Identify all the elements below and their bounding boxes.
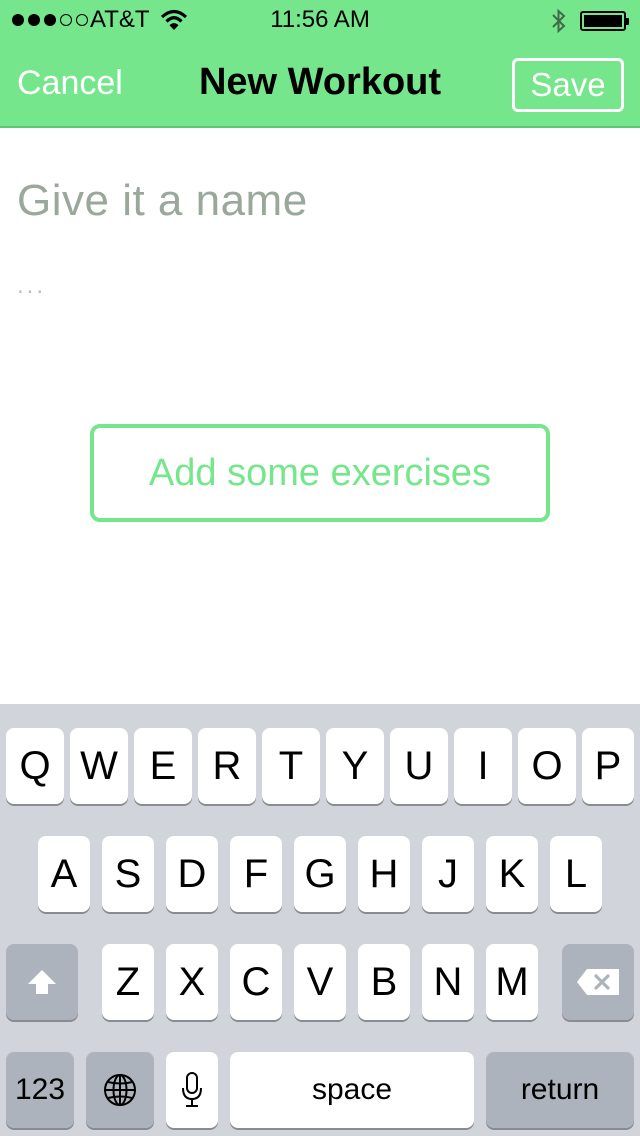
key-b[interactable]: B — [358, 944, 410, 1020]
key-p[interactable]: P — [582, 728, 634, 804]
nav-bar: AT&T 11:56 AM Cancel New Workout Save — [0, 0, 640, 128]
add-exercises-button[interactable]: Add some exercises — [90, 424, 550, 522]
clock: 11:56 AM — [270, 6, 370, 33]
key-j[interactable]: J — [422, 836, 474, 912]
key-m[interactable]: M — [486, 944, 538, 1020]
space-key[interactable]: space — [230, 1052, 474, 1128]
key-u[interactable]: U — [390, 728, 448, 804]
battery-icon — [580, 11, 629, 31]
workout-name-input[interactable]: Give it a name — [17, 176, 308, 226]
key-l[interactable]: L — [550, 836, 602, 912]
key-r[interactable]: R — [198, 728, 256, 804]
key-n[interactable]: N — [422, 944, 474, 1020]
save-button[interactable]: Save — [512, 58, 624, 112]
key-f[interactable]: F — [230, 836, 282, 912]
shift-key[interactable] — [6, 944, 78, 1020]
key-x[interactable]: X — [166, 944, 218, 1020]
key-s[interactable]: S — [102, 836, 154, 912]
key-k[interactable]: K — [486, 836, 538, 912]
key-h[interactable]: H — [358, 836, 410, 912]
key-o[interactable]: O — [518, 728, 576, 804]
microphone-key[interactable] — [166, 1052, 218, 1128]
backspace-icon — [577, 969, 619, 995]
numbers-key[interactable]: 123 — [6, 1052, 74, 1128]
globe-key[interactable] — [86, 1052, 154, 1128]
key-z[interactable]: Z — [102, 944, 154, 1020]
delete-key[interactable] — [562, 944, 634, 1020]
status-bar: AT&T 11:56 AM — [0, 0, 640, 40]
key-w[interactable]: W — [70, 728, 128, 804]
key-c[interactable]: C — [230, 944, 282, 1020]
key-d[interactable]: D — [166, 836, 218, 912]
key-i[interactable]: I — [454, 728, 512, 804]
key-e[interactable]: E — [134, 728, 192, 804]
key-q[interactable]: Q — [6, 728, 64, 804]
globe-icon — [104, 1074, 136, 1106]
description-input[interactable]: ... — [17, 272, 46, 300]
microphone-icon — [182, 1072, 202, 1107]
key-y[interactable]: Y — [326, 728, 384, 804]
key-v[interactable]: V — [294, 944, 346, 1020]
bluetooth-icon — [552, 8, 566, 34]
keyboard: Q W E R T Y U I O P A S D F G H J K L Z … — [0, 704, 640, 1136]
return-key[interactable]: return — [486, 1052, 634, 1128]
key-a[interactable]: A — [38, 836, 90, 912]
shift-icon — [28, 970, 56, 994]
key-g[interactable]: G — [294, 836, 346, 912]
key-t[interactable]: T — [262, 728, 320, 804]
